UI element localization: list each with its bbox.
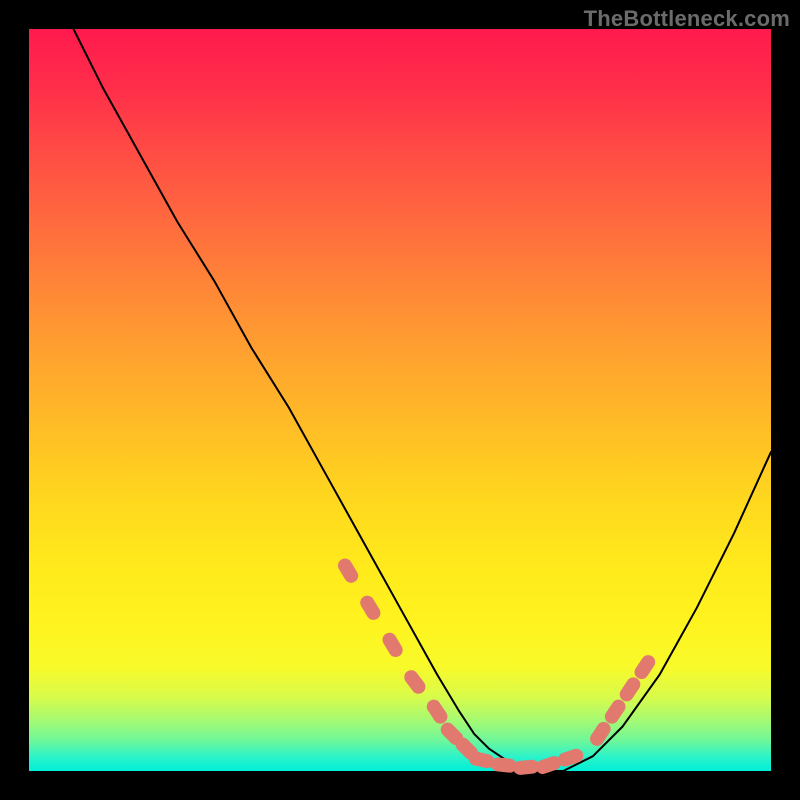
chart-frame: TheBottleneck.com: [0, 0, 800, 800]
series-group: [74, 29, 772, 776]
highlight-marker: [513, 759, 540, 776]
highlight-marker: [587, 719, 613, 748]
highlight-marker: [358, 593, 383, 622]
highlight-marker: [380, 630, 405, 659]
chart-svg: [29, 29, 771, 771]
highlight-marker: [335, 556, 360, 585]
highlight-marker: [401, 667, 428, 696]
plot-area: [29, 29, 771, 771]
highlight-marker: [490, 757, 517, 774]
highlight-marker: [602, 697, 628, 726]
highlight-marker: [632, 652, 658, 681]
highlight-marker: [617, 675, 643, 704]
curve-path: [74, 29, 772, 771]
highlight-marker: [424, 697, 450, 726]
